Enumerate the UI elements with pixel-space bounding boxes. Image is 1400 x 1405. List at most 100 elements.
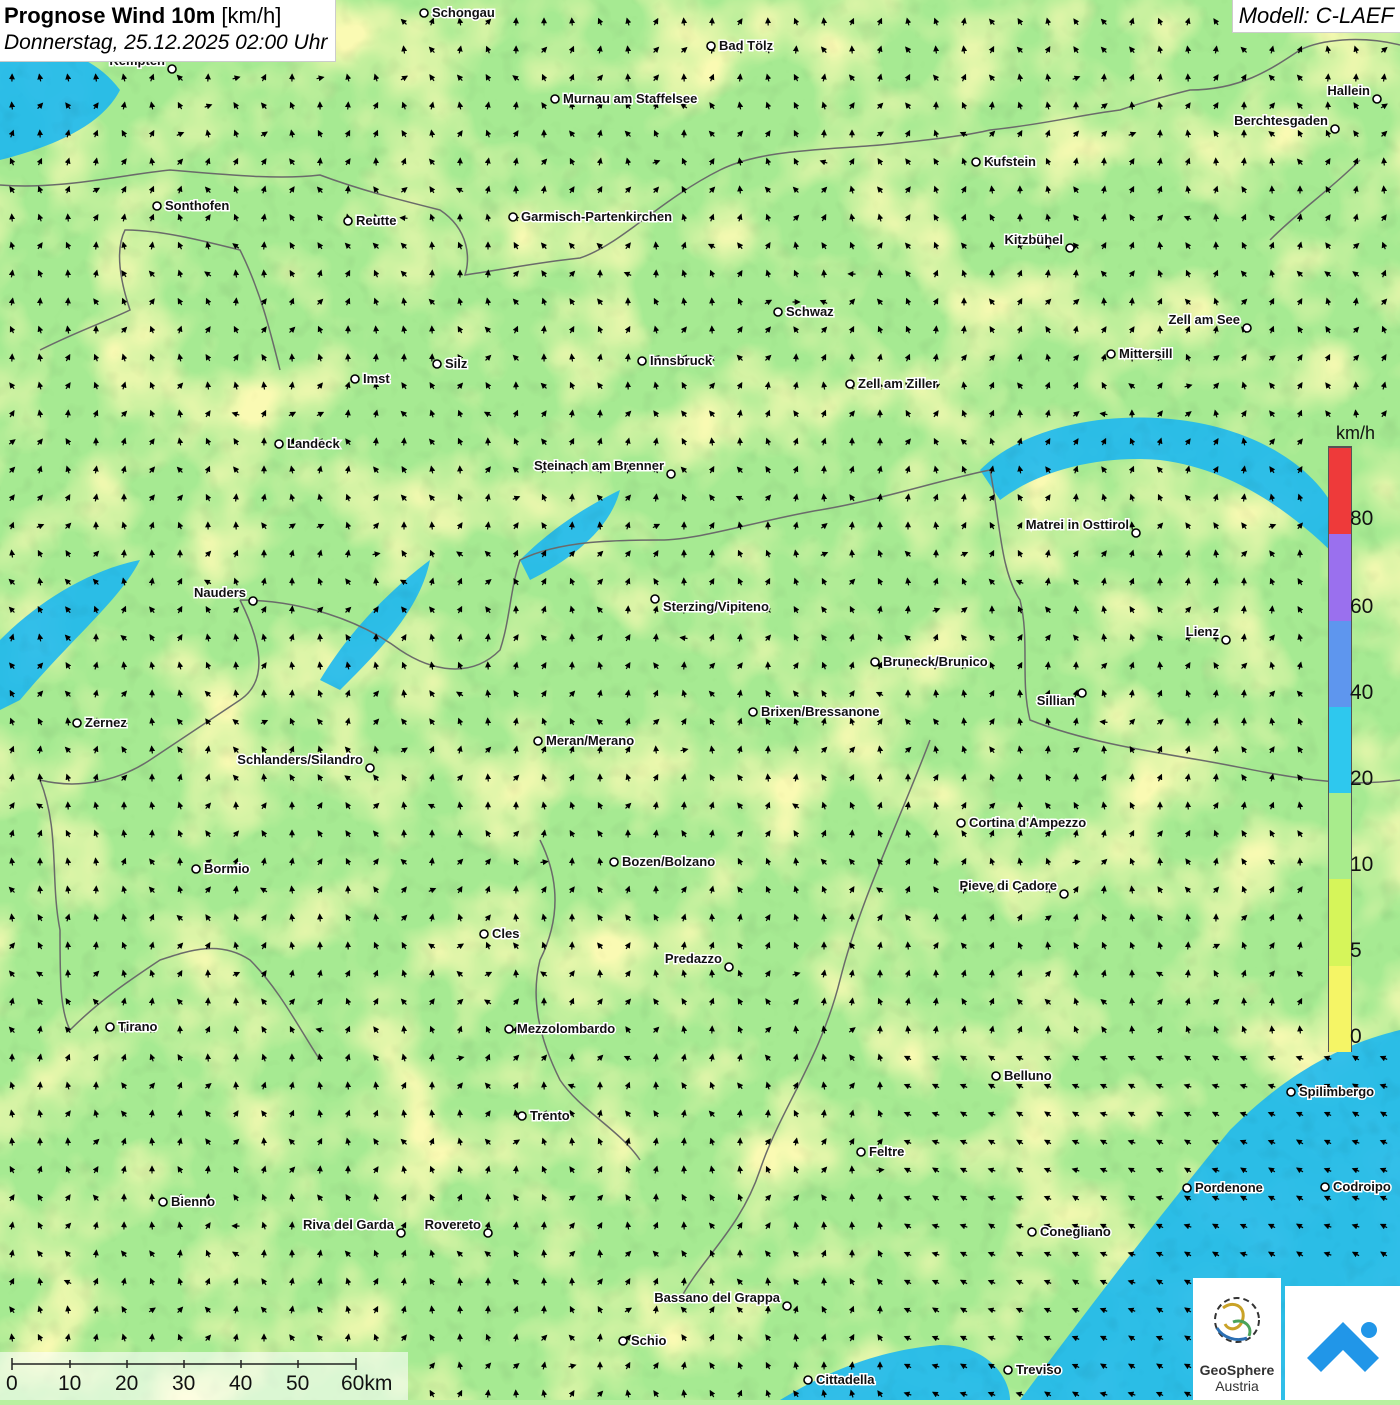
wind-arrow	[432, 271, 433, 278]
wind-arrow	[404, 1027, 405, 1034]
city-label: Landeck	[287, 436, 341, 451]
city-label: Sonthofen	[165, 198, 229, 213]
wind-arrow	[1104, 299, 1105, 306]
wind-arrow	[852, 551, 853, 558]
city-label: Rovereto	[425, 1217, 481, 1232]
city-dot	[505, 1025, 513, 1033]
scale-label-60km: 60km	[341, 1372, 392, 1396]
wind-arrow	[852, 1195, 853, 1202]
legend-tick-label: 40	[1350, 681, 1373, 705]
wind-arrow	[684, 1139, 685, 1146]
city-label: Berchtesgaden	[1234, 113, 1328, 128]
legend-tick-label: 60	[1350, 595, 1373, 619]
city-label: Sillian	[1037, 693, 1075, 708]
city-label: Pieve di Cadore	[959, 878, 1057, 893]
wind-arrow	[40, 1083, 41, 1090]
legend-colorbar	[1328, 446, 1352, 1052]
city-dot	[749, 708, 757, 716]
city-dot	[420, 9, 428, 17]
wind-arrow	[796, 47, 797, 54]
city-label: Garmisch-Partenkirchen	[521, 209, 672, 224]
wind-arrow	[684, 663, 685, 670]
wind-arrow	[1244, 691, 1245, 698]
wind-arrow	[488, 1391, 489, 1398]
city-dot	[1004, 1366, 1012, 1374]
wind-arrow	[40, 299, 41, 306]
wind-arrow	[1188, 803, 1189, 810]
wind-arrow	[712, 971, 713, 978]
wind-arrow	[908, 943, 909, 950]
wind-arrow	[96, 1251, 97, 1258]
city-dot	[857, 1148, 865, 1156]
city-dot	[638, 357, 646, 365]
city-label: Belluno	[1004, 1068, 1052, 1083]
wind-arrow	[264, 775, 265, 782]
wind-arrow	[656, 243, 657, 250]
geosphere-name: GeoSphere	[1193, 1362, 1281, 1378]
city-dot	[610, 858, 618, 866]
wind-arrow	[824, 915, 825, 922]
city-dot	[1078, 689, 1086, 697]
map-title-box: Prognose Wind 10m [km/h] Donnerstag, 25.…	[0, 0, 336, 62]
wind-arrow	[404, 439, 405, 446]
wind-arrow	[600, 523, 601, 530]
city-dot	[1373, 95, 1381, 103]
wind-arrow	[1020, 411, 1021, 418]
city-dot	[480, 930, 488, 938]
city-dot	[783, 1302, 791, 1310]
wind-arrow	[292, 1223, 293, 1230]
wind-arrow	[628, 355, 629, 362]
wind-arrow	[1160, 663, 1161, 670]
wind-arrow	[908, 607, 909, 614]
city-dot	[1287, 1088, 1295, 1096]
wind-arrow	[1132, 103, 1133, 110]
title-unit: [km/h]	[221, 3, 281, 28]
city-dot	[972, 158, 980, 166]
city-label: Kitzbühel	[1005, 232, 1064, 247]
wind-arrow	[740, 187, 741, 194]
wind-arrow	[877, 1170, 884, 1171]
wind-arrow	[124, 551, 125, 558]
city-label: Bassano del Grappa	[654, 1290, 780, 1305]
city-dot	[846, 380, 854, 388]
wind-arrow	[572, 523, 573, 530]
city-label: Zell am Ziller	[858, 376, 937, 391]
wind-arrow	[460, 1111, 461, 1118]
model-label: Modell: C-LAEF	[1232, 0, 1400, 33]
city-dot	[1107, 350, 1115, 358]
city-label: Lienz	[1186, 624, 1220, 639]
wind-arrow	[96, 75, 97, 82]
scale-label-20: 20	[115, 1372, 138, 1396]
city-dot	[725, 963, 733, 971]
wind-map: SchongauBad TölzKemptenMurnau am Staffel…	[0, 0, 1400, 1400]
city-dot	[1132, 529, 1140, 537]
wind-arrow	[572, 1139, 573, 1146]
city-label: Reutte	[356, 213, 396, 228]
wind-arrow	[1104, 747, 1105, 754]
city-label: Pordenone	[1195, 1180, 1263, 1195]
city-dot	[992, 1072, 1000, 1080]
wind-arrow	[12, 1139, 13, 1146]
wind-arrow	[712, 299, 713, 306]
wind-arrow	[1160, 551, 1161, 558]
city-label: Silz	[445, 356, 468, 371]
app-logo[interactable]	[1285, 1286, 1400, 1400]
legend-segment	[1329, 706, 1351, 793]
city-dot	[1028, 1228, 1036, 1236]
wind-arrow	[376, 355, 377, 362]
wind-arrow	[292, 691, 293, 698]
legend-segment	[1329, 878, 1351, 965]
wind-arrow	[824, 271, 825, 278]
city-label: Treviso	[1016, 1362, 1062, 1377]
wind-arrow	[264, 271, 265, 278]
wind-arrow	[628, 75, 629, 82]
city-label: Bozen/Bolzano	[622, 854, 715, 869]
wind-arrow	[852, 831, 853, 838]
wind-arrow	[1048, 747, 1049, 754]
wind-arrow	[264, 1139, 265, 1146]
legend-segment	[1329, 965, 1351, 1052]
city-label: Riva del Garda	[303, 1217, 395, 1232]
geosphere-emblem-icon	[1193, 1278, 1281, 1362]
city-label: Feltre	[869, 1144, 904, 1159]
geosphere-logo[interactable]: GeoSphere Austria	[1193, 1278, 1281, 1400]
